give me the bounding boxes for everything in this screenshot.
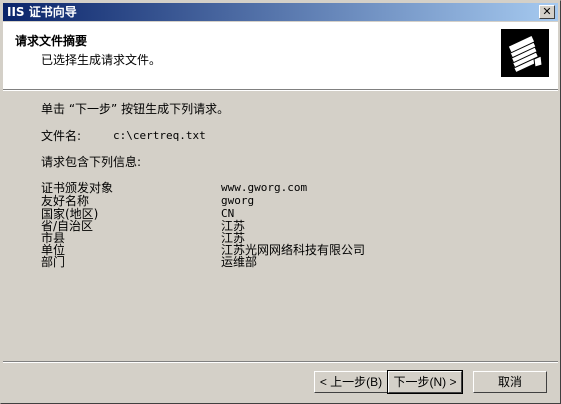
next-button[interactable]: 下一步(N) >	[387, 370, 463, 394]
info-heading: 请求包含下列信息:	[41, 155, 142, 169]
certificate-icon	[501, 29, 549, 77]
cancel-button[interactable]: 取消	[473, 371, 547, 393]
close-button[interactable]: ✕	[539, 5, 555, 19]
header-divider	[3, 90, 558, 91]
close-icon: ✕	[542, 5, 552, 18]
back-button[interactable]: < 上一步(B)	[314, 371, 388, 393]
file-label: 文件名:	[41, 129, 82, 143]
button-divider	[3, 361, 558, 363]
header-subtitle: 已选择生成请求文件。	[41, 53, 162, 67]
field-value: gworg	[221, 194, 255, 207]
title-bar[interactable]: IIS 证书向导 ✕	[3, 3, 558, 21]
instruction-text: 单击 “下一步” 按钮生成下列请求。	[41, 102, 230, 116]
field-value: 运维部	[221, 255, 258, 269]
wizard-window: IIS 证书向导 ✕ 请求文件摘要 已选择生成请求文件。 单击 “下一步” 按钮…	[0, 0, 561, 404]
field-value: www.gworg.com	[221, 181, 308, 194]
wizard-header: 请求文件摘要 已选择生成请求文件。	[3, 22, 558, 90]
field-label: 部门	[41, 255, 66, 269]
window-title: IIS 证书向导	[7, 5, 77, 19]
file-value: c:\certreq.txt	[113, 129, 206, 142]
header-title: 请求文件摘要	[15, 34, 88, 48]
